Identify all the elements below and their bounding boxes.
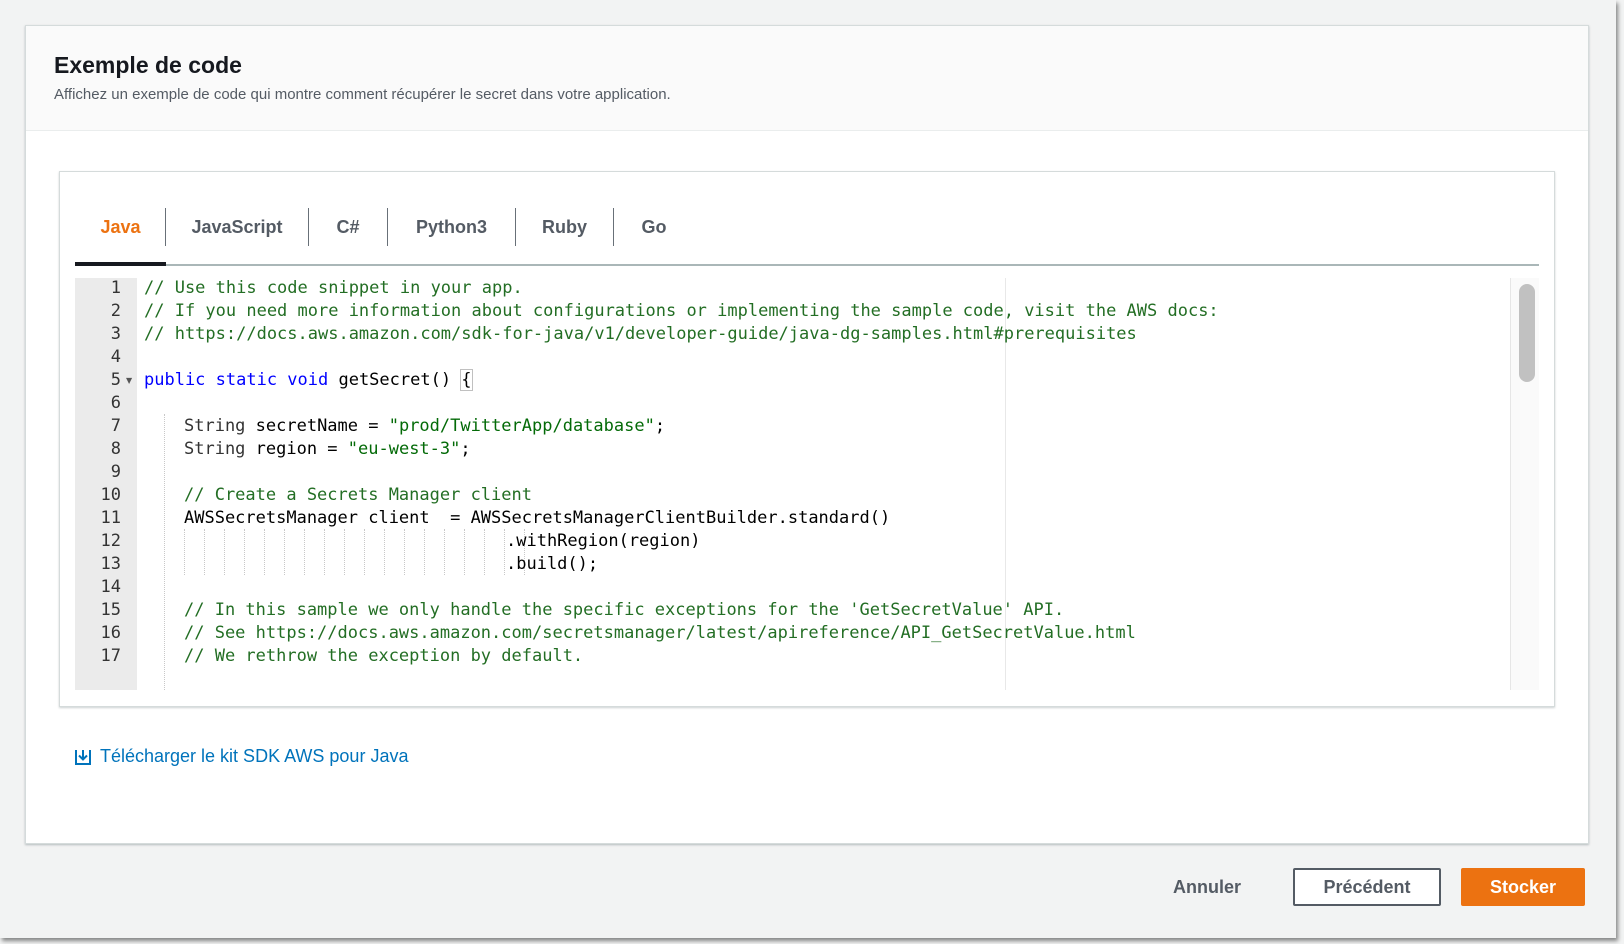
indent-guide: [224, 529, 225, 575]
download-icon: [75, 749, 91, 765]
indent-guide: [184, 529, 185, 575]
indent-guide: [504, 529, 505, 575]
tab-java[interactable]: Java: [75, 190, 166, 266]
language-tabs: Java JavaScript C# Python3 Ruby Go: [75, 190, 1539, 266]
tab-go[interactable]: Go: [614, 190, 694, 264]
line-number: 1: [110, 278, 121, 298]
download-sdk-link[interactable]: Télécharger le kit SDK AWS pour Java: [74, 746, 408, 767]
tab-csharp[interactable]: C#: [309, 190, 387, 264]
line-number: 12: [100, 531, 121, 551]
code-line: .build();: [506, 554, 599, 574]
cancel-button[interactable]: Annuler: [1148, 868, 1266, 906]
line-number: 16: [100, 623, 121, 643]
code-line: // We rethrow the exception by default.: [184, 646, 584, 666]
line-number: 15: [100, 600, 121, 620]
code-line: // If you need more information about co…: [144, 301, 1219, 321]
previous-button[interactable]: Précédent: [1293, 868, 1441, 906]
indent-guide: [264, 529, 265, 575]
section-title: Exemple de code: [54, 52, 242, 78]
code-text: ;: [460, 439, 471, 459]
line-number: 6: [110, 393, 121, 413]
code-type: String: [184, 439, 246, 459]
indent-guide: [484, 529, 485, 575]
indent-guide: [284, 529, 285, 575]
code-line: public static void getSecret() {: [144, 368, 473, 392]
code-keyword: public static void: [144, 370, 329, 390]
editor-scrollbar[interactable]: [1510, 278, 1539, 690]
code-line: // https://docs.aws.amazon.com/sdk-for-j…: [144, 324, 1137, 344]
code-bracket: {: [460, 369, 473, 391]
code-string: "prod/TwitterApp/database": [388, 416, 655, 436]
code-sample-container: Exemple de code Affichez un exemple de c…: [25, 25, 1589, 844]
indent-guide: [324, 529, 325, 575]
code-line: String region = "eu-west-3";: [184, 437, 471, 461]
code-line: AWSSecretsManager client = AWSSecretsMan…: [184, 508, 891, 528]
line-number: 11: [100, 508, 121, 528]
line-number: 4: [110, 347, 121, 367]
code-editor[interactable]: 1 2 3 4 5 ▼ 6 7 8 9 10 11 12 13 14 15 16…: [75, 278, 1539, 690]
code-line: String secretName = "prod/TwitterApp/dat…: [184, 414, 665, 438]
code-line: .withRegion(region): [506, 531, 701, 551]
indent-guide: [344, 529, 345, 575]
code-content[interactable]: // Use this code snippet in your app. //…: [137, 278, 1511, 690]
indent-guide: [304, 529, 305, 575]
indent-guide: [164, 414, 165, 690]
download-sdk-label: Télécharger le kit SDK AWS pour Java: [100, 746, 409, 766]
indent-guide: [444, 529, 445, 575]
indent-guide: [384, 529, 385, 575]
code-text: secretName =: [245, 416, 389, 436]
tab-ruby[interactable]: Ruby: [516, 190, 613, 264]
code-type: String: [184, 416, 246, 436]
tab-python3[interactable]: Python3: [388, 190, 515, 264]
line-number: 9: [110, 462, 121, 482]
indent-guide: [204, 529, 205, 575]
store-button[interactable]: Stocker: [1461, 868, 1585, 906]
line-number: 10: [100, 485, 121, 505]
code-panel: Java JavaScript C# Python3 Ruby Go 1 2 3…: [59, 171, 1555, 707]
code-string: "eu-west-3": [347, 439, 461, 459]
line-number: 2: [110, 301, 121, 321]
code-text: getSecret(): [328, 370, 462, 390]
line-number: 17: [100, 646, 121, 666]
code-line: // Use this code snippet in your app.: [144, 278, 523, 298]
line-number: 7: [110, 416, 121, 436]
code-line: // In this sample we only handle the spe…: [184, 600, 1065, 620]
code-line: // Create a Secrets Manager client: [184, 485, 532, 505]
line-number: 3: [110, 324, 121, 344]
indent-guide: [404, 529, 405, 575]
code-line: // See https://docs.aws.amazon.com/secre…: [184, 623, 1136, 643]
line-number: 5: [110, 370, 121, 390]
code-text: ;: [654, 416, 666, 436]
line-number: 8: [110, 439, 121, 459]
line-number: 13: [100, 554, 121, 574]
scrollbar-thumb[interactable]: [1519, 284, 1535, 382]
line-number-gutter: 1 2 3 4 5 ▼ 6 7 8 9 10 11 12 13 14 15 16…: [75, 278, 137, 690]
indent-guide: [464, 529, 465, 575]
fold-toggle-icon[interactable]: ▼: [126, 376, 132, 385]
indent-guide: [244, 529, 245, 575]
section-description: Affichez un exemple de code qui montre c…: [54, 86, 671, 103]
code-text: region =: [245, 439, 348, 459]
line-number: 14: [100, 577, 121, 597]
container-header: Exemple de code Affichez un exemple de c…: [26, 26, 1588, 131]
indent-guide: [364, 529, 365, 575]
indent-guide: [424, 529, 425, 575]
tab-javascript[interactable]: JavaScript: [166, 190, 308, 264]
